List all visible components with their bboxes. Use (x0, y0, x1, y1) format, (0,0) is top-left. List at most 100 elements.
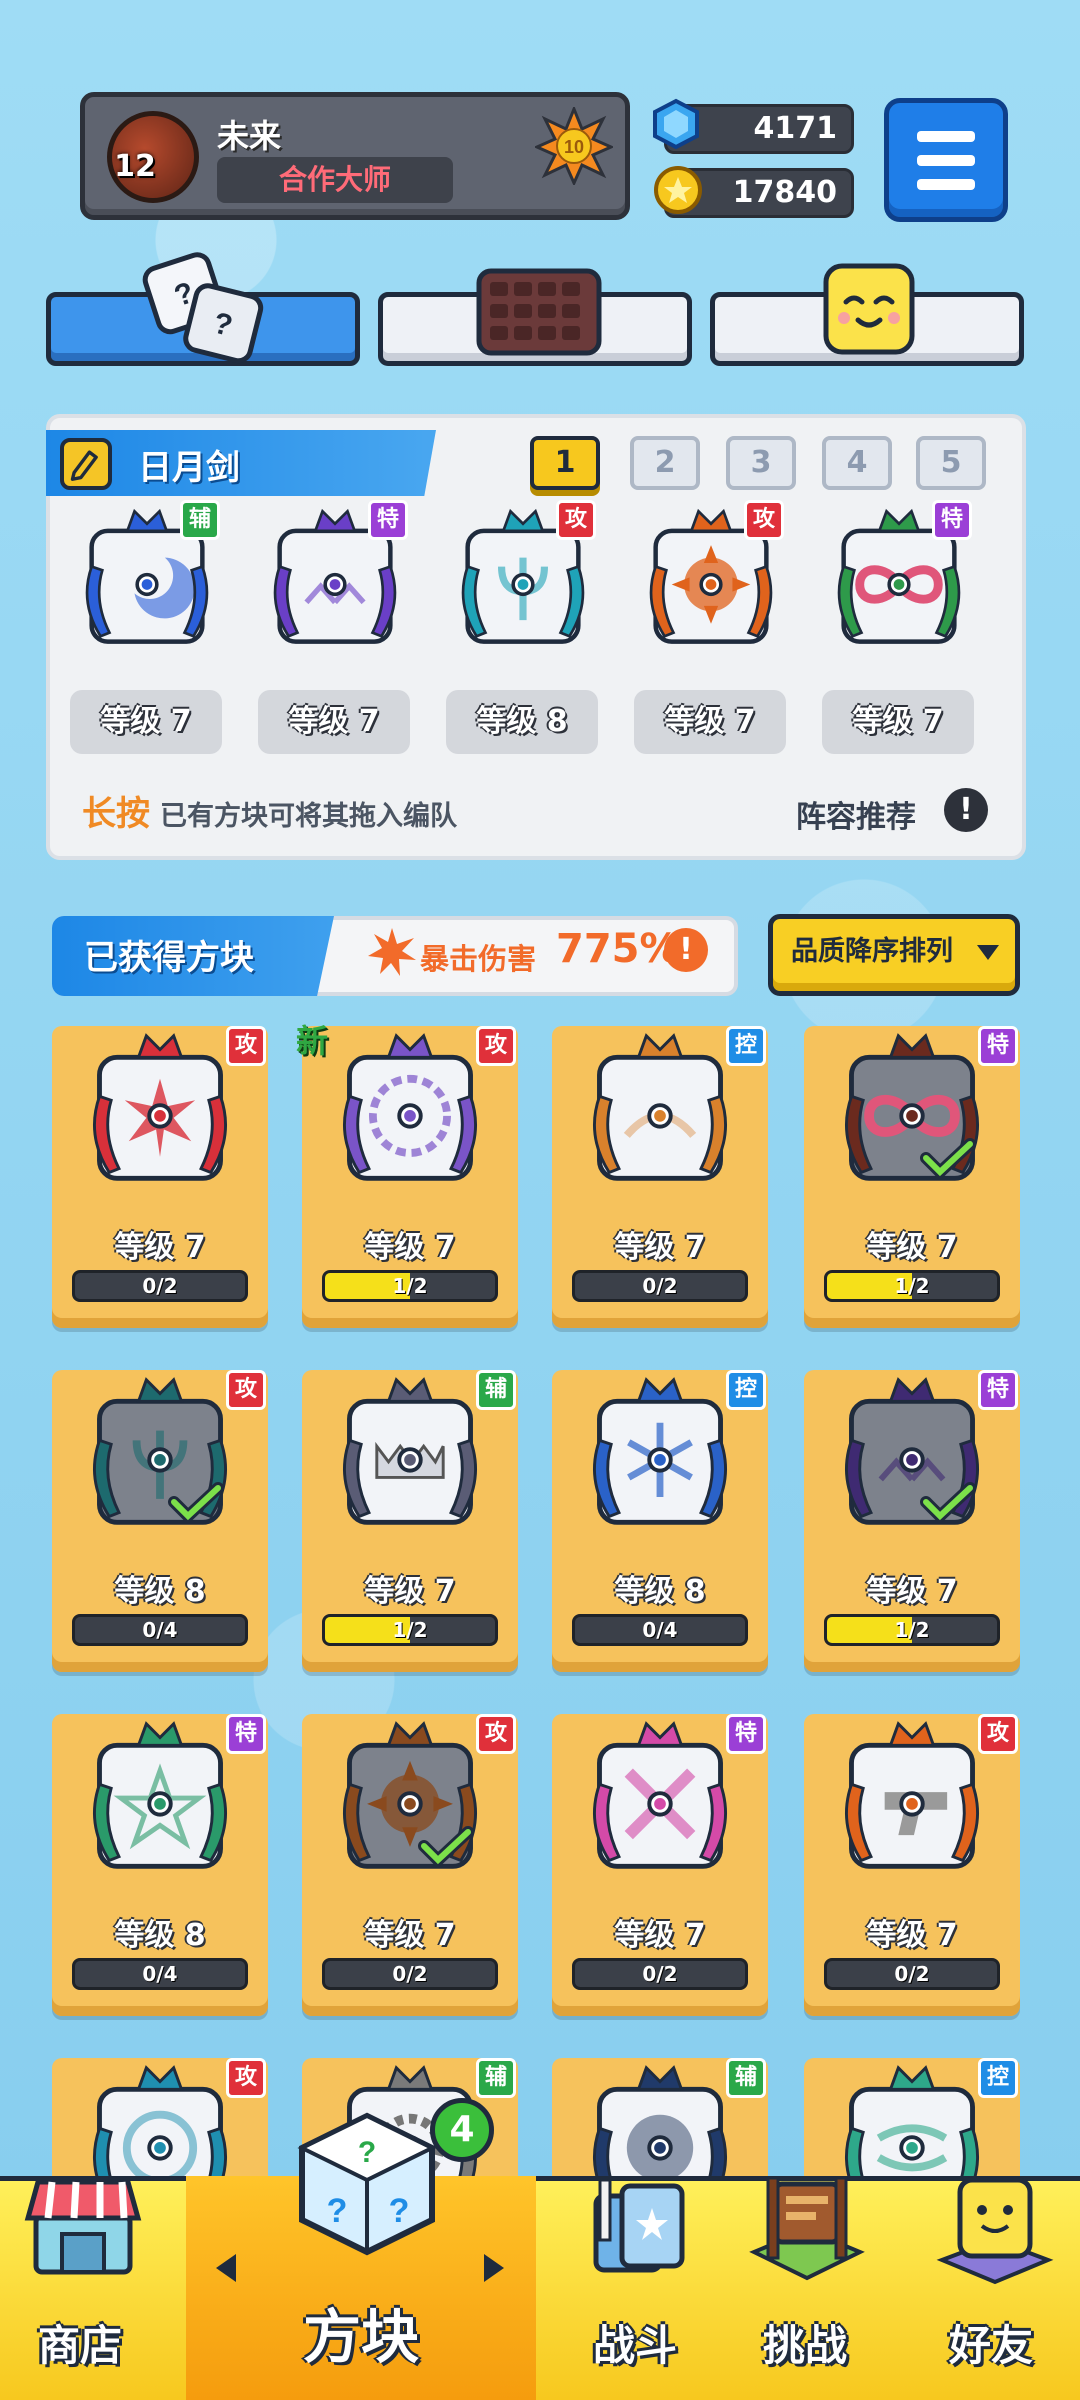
new-tag: 新 (296, 1022, 329, 1060)
block-card[interactable]: 辅等级 7 1/2 (302, 1370, 518, 1672)
crit-damage-label: 暴击伤害 (420, 942, 537, 976)
deck-slot-level: 等级 7 (634, 690, 786, 754)
block-card[interactable]: 攻等级 7 0/2 (52, 1026, 268, 1328)
deck-slot[interactable]: 特 (824, 500, 974, 660)
sort-dropdown[interactable]: 品质降序排列 (768, 914, 1020, 996)
lineup-recommend-button[interactable]: 阵容推荐 (796, 792, 916, 836)
battle-icon[interactable] (570, 2160, 700, 2290)
owned-blocks-title: 已获得方块 (84, 938, 254, 978)
crit-info-icon[interactable]: ! (664, 928, 708, 972)
block-card[interactable]: 控等级 7 0/2 (552, 1026, 768, 1328)
block-progress-text: 0/2 (894, 1962, 930, 1986)
saw-icon (343, 1033, 477, 1181)
block-level: 等级 7 (114, 1230, 206, 1265)
shop-icon[interactable] (18, 2160, 148, 2290)
block-progress-bar: 0/2 (572, 1270, 748, 1302)
smiley-block-icon (823, 263, 915, 355)
type-tag: 特 (726, 1714, 766, 1754)
block-card[interactable]: 攻等级 7 1/2 (302, 1026, 518, 1328)
jaw-icon (343, 1377, 477, 1525)
crit-burst-icon (368, 928, 416, 976)
nav-challenge-label[interactable]: 挑战 (730, 2312, 880, 2373)
info-icon[interactable]: ! (944, 788, 988, 832)
deck-tab-1[interactable]: 1 (530, 436, 600, 490)
blocks-nav-icon[interactable]: ? ? ? (282, 2096, 452, 2266)
block-card[interactable]: 攻等级 7 0/2 (804, 1714, 1020, 2016)
friends-icon[interactable] (930, 2160, 1060, 2290)
check-icon (418, 1826, 474, 1866)
check-icon (920, 1138, 976, 1178)
nav-battle-label[interactable]: 战斗 (560, 2312, 710, 2373)
menu-bar (917, 179, 975, 190)
block-card[interactable]: 控等级 8 0/4 (552, 1370, 768, 1672)
long-press-hint: 已有方块可将其拖入编队 (160, 801, 457, 832)
chevron-down-icon (977, 945, 999, 960)
deck-slot[interactable]: 攻 (448, 500, 598, 660)
block-card[interactable]: 特等级 7 0/2 (552, 1714, 768, 2016)
deck-slot-level: 等级 7 (70, 690, 222, 754)
svg-text:?: ? (389, 2192, 410, 2230)
block-card[interactable]: 攻等级 7 0/2 (302, 1714, 518, 2016)
block-card[interactable]: 特等级 8 0/4 (52, 1714, 268, 2016)
block-level: 等级 7 (364, 1574, 456, 1609)
blocks-badge: 4 (430, 2098, 494, 2162)
long-press-hint-key: 长按 (82, 794, 150, 834)
pistol-icon (845, 1721, 979, 1869)
svg-text:10: 10 (564, 137, 584, 157)
block-progress-text: 0/2 (642, 1274, 678, 1298)
deck-tab-5[interactable]: 5 (916, 436, 986, 490)
deck-tab-4[interactable]: 4 (822, 436, 892, 490)
nav-right-arrow-icon[interactable] (484, 2254, 504, 2282)
block-level: 等级 8 (114, 1574, 206, 1609)
block-progress-bar: 0/4 (572, 1614, 748, 1646)
player-title: 合作大师 (217, 157, 453, 203)
block-card[interactable]: 特等级 7 1/2 (804, 1026, 1020, 1328)
block-level: 等级 7 (364, 1918, 456, 1953)
deck-slot-level: 等级 8 (446, 690, 598, 754)
deck-slot[interactable]: 辅 (72, 500, 222, 660)
crit-damage-value: 775% (556, 926, 680, 972)
player-profile-panel[interactable]: 12 未来 合作大师 10 (80, 92, 630, 220)
type-tag: 特 (978, 1370, 1018, 1410)
type-tag: 特 (368, 500, 408, 540)
nav-shop-label[interactable]: 商店 (0, 2312, 160, 2373)
type-tag: 辅 (726, 2058, 766, 2098)
deck-tab-3[interactable]: 3 (726, 436, 796, 490)
block-progress-bar: 0/2 (572, 1958, 748, 1990)
snowflake-icon (593, 1377, 727, 1525)
deck-tab-2[interactable]: 2 (630, 436, 700, 490)
block-progress-text: 0/2 (142, 1274, 178, 1298)
deck-slot[interactable]: 特 (260, 500, 410, 660)
block-card[interactable]: 特等级 7 1/2 (804, 1370, 1020, 1672)
type-tag: 控 (726, 1370, 766, 1410)
block-progress-text: 1/2 (894, 1618, 930, 1642)
block-card[interactable]: 攻等级 8 0/4 (52, 1370, 268, 1672)
type-tag: 攻 (226, 2058, 266, 2098)
deck-slot-level: 等级 7 (258, 690, 410, 754)
dice-icon: ? ? (142, 252, 264, 364)
block-level: 等级 8 (114, 1918, 206, 1953)
check-icon (168, 1482, 224, 1522)
challenge-icon[interactable] (742, 2160, 872, 2290)
block-level: 等级 7 (866, 1574, 958, 1609)
deck-slot-level: 等级 7 (822, 690, 974, 754)
player-level: 12 (114, 149, 156, 184)
nav-blocks-label[interactable]: 方块 (186, 2290, 536, 2374)
type-tag: 辅 (180, 500, 220, 540)
block-progress-bar: 0/4 (72, 1614, 248, 1646)
menu-button[interactable] (884, 98, 1008, 222)
sand-icon (593, 1033, 727, 1181)
edit-pencil-icon[interactable] (60, 438, 112, 490)
block-progress-text: 1/2 (392, 1618, 428, 1642)
check-icon (920, 1482, 976, 1522)
block-progress-bar: 1/2 (824, 1614, 1000, 1646)
nav-left-arrow-icon[interactable] (216, 2254, 236, 2282)
svg-text:?: ? (358, 2136, 376, 2169)
block-progress-text: 0/2 (642, 1962, 678, 1986)
deck-slot[interactable]: 攻 (636, 500, 786, 660)
nav-friends-label[interactable]: 好友 (916, 2312, 1066, 2373)
block-progress-bar: 0/2 (824, 1958, 1000, 1990)
type-tag: 攻 (476, 1714, 516, 1754)
type-tag: 攻 (556, 500, 596, 540)
block-progress-text: 0/4 (142, 1962, 178, 1986)
